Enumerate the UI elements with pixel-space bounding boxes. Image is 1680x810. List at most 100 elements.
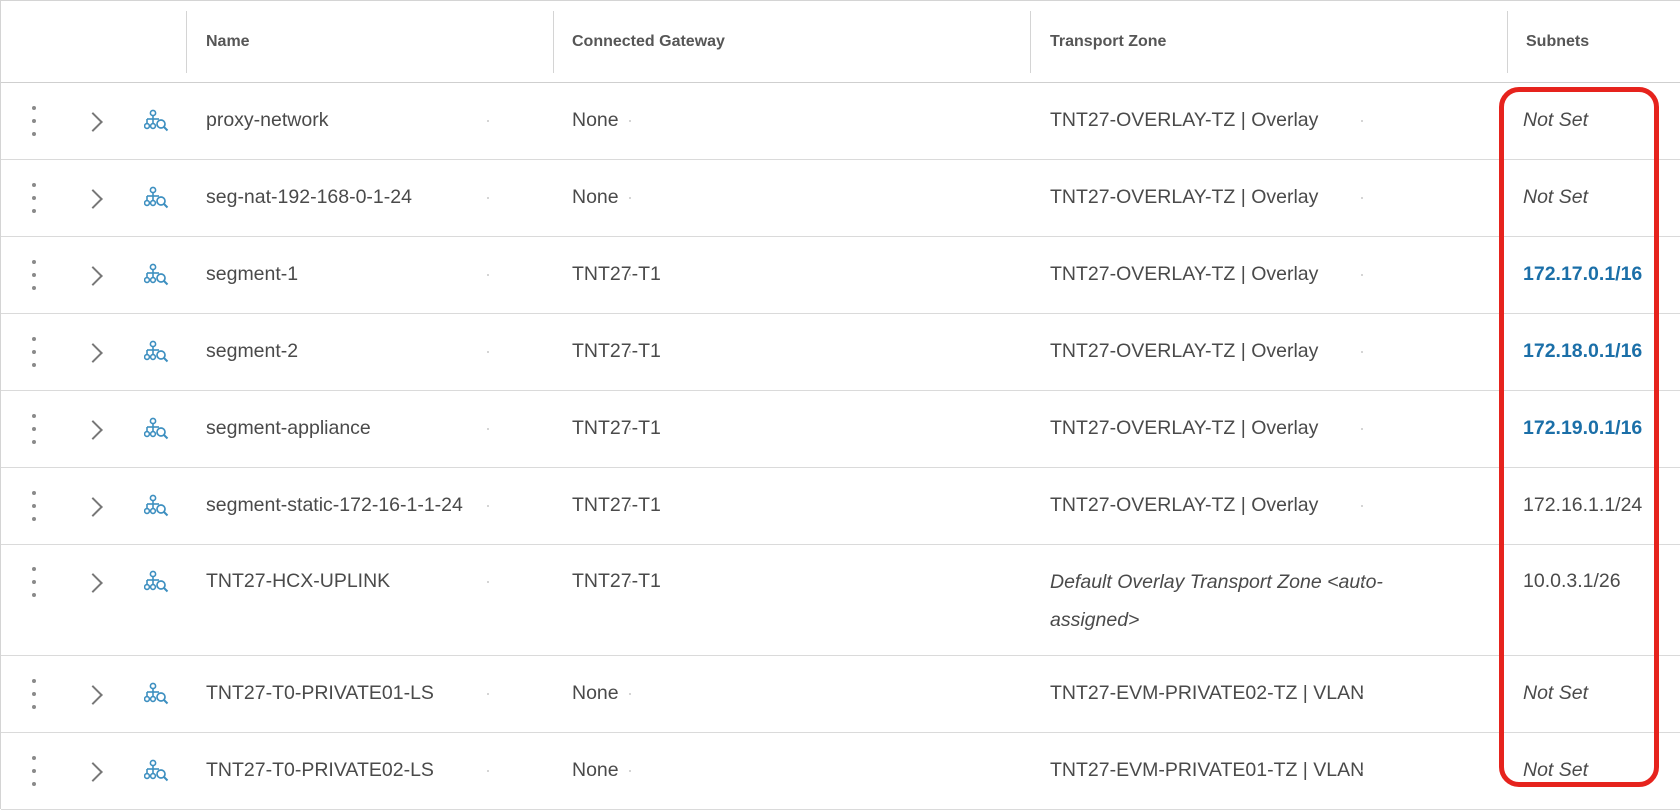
- cell-dot: [1361, 504, 1363, 507]
- subnets[interactable]: 172.17.0.1/16: [1523, 263, 1642, 286]
- connected-gateway: TNT27-T1: [572, 339, 661, 362]
- cell-dot: [629, 196, 631, 199]
- connected-gateway: TNT27-T1: [572, 493, 661, 516]
- cell-dot: [487, 769, 489, 772]
- table-row[interactable]: TNT27-T0-PRIVATE01-LS None TNT27-EVM-PRIVA…: [1, 655, 1680, 733]
- segment-name: TNT27-T0-PRIVATE02-LS: [206, 758, 434, 781]
- subnets: 10.0.3.1/26: [1523, 570, 1621, 592]
- kebab-icon[interactable]: [28, 336, 40, 367]
- segment-name: seg-nat-192-168-0-1-24: [206, 185, 412, 208]
- transport-zone: TNT27-EVM-PRIVATE01-TZ | VLAN: [1050, 758, 1365, 781]
- cell-dot: [1361, 769, 1363, 772]
- cell-dot: [487, 504, 489, 507]
- kebab-icon[interactable]: [28, 567, 40, 597]
- chevron-right-icon[interactable]: [83, 761, 103, 782]
- cell-dot: [487, 273, 489, 276]
- kebab-icon[interactable]: [28, 755, 40, 786]
- segment-network-icon: [143, 263, 170, 287]
- table-row[interactable]: segment-appliance TNT27-T1 TNT27-OVERLAY-T…: [1, 390, 1680, 468]
- cell-dot: [629, 273, 631, 276]
- segment-network-icon: [143, 682, 170, 706]
- chevron-right-icon[interactable]: [83, 111, 103, 132]
- chevron-right-icon[interactable]: [83, 573, 103, 593]
- connected-gateway: None: [572, 758, 619, 781]
- connected-gateway: TNT27-T1: [572, 262, 661, 285]
- chevron-right-icon[interactable]: [83, 496, 103, 517]
- connected-gateway: None: [572, 681, 619, 704]
- column-separator[interactable]: [1030, 11, 1031, 73]
- connected-gateway: None: [572, 185, 619, 208]
- table-row[interactable]: seg-nat-192-168-0-1-24 None TNT27-OVERLAY-…: [1, 159, 1680, 237]
- cell-dot: [1361, 273, 1363, 276]
- cell-dot: [487, 350, 489, 353]
- kebab-icon[interactable]: [28, 105, 40, 136]
- chevron-right-icon[interactable]: [83, 342, 103, 363]
- cell-dot: [1361, 196, 1363, 199]
- kebab-icon[interactable]: [28, 259, 40, 290]
- transport-zone: TNT27-OVERLAY-TZ | Overlay: [1050, 185, 1319, 208]
- connected-gateway: TNT27-T1: [572, 416, 661, 439]
- subnets: Not Set: [1523, 108, 1589, 131]
- cell-dot: [487, 196, 489, 199]
- transport-zone: TNT27-OVERLAY-TZ | Overlay: [1050, 339, 1319, 362]
- connected-gateway: TNT27-T1: [572, 570, 661, 592]
- table-row[interactable]: segment-1 TNT27-T1 TNT27-OVERLAY-TZ | Over…: [1, 236, 1680, 314]
- chevron-right-icon[interactable]: [83, 188, 103, 209]
- table-row[interactable]: TNT27-T0-PRIVATE02-LS None TNT27-EVM-PRIVA…: [1, 732, 1680, 810]
- cell-dot: [487, 692, 489, 695]
- column-separator[interactable]: [1507, 11, 1508, 73]
- subnets: Not Set: [1523, 185, 1589, 208]
- table-row[interactable]: segment-2 TNT27-T1 TNT27-OVERLAY-TZ | Over…: [1, 313, 1680, 391]
- chevron-right-icon[interactable]: [83, 265, 103, 286]
- column-header-subnets[interactable]: Subnets: [1526, 1, 1589, 82]
- segment-name: segment-2: [206, 339, 299, 362]
- cell-dot: [487, 119, 489, 122]
- subnets[interactable]: 172.18.0.1/16: [1523, 340, 1642, 363]
- segments-table: Name Connected Gateway Transport Zone Su…: [0, 0, 1680, 810]
- transport-zone: Default Overlay Transport Zone <auto-ass…: [1050, 571, 1383, 631]
- cell-dot: [1361, 581, 1363, 583]
- segment-network-icon: [143, 186, 170, 210]
- segment-name: segment-appliance: [206, 416, 371, 439]
- cell-dot: [1361, 692, 1363, 695]
- column-header-transport-zone[interactable]: Transport Zone: [1050, 1, 1166, 82]
- subnets: Not Set: [1523, 758, 1589, 781]
- column-header-name[interactable]: Name: [206, 1, 250, 82]
- segment-name: proxy-network: [206, 108, 329, 131]
- segment-name: segment-static-172-16-1-1-24: [206, 493, 463, 516]
- column-separator[interactable]: [186, 11, 187, 73]
- cell-dot: [1361, 119, 1363, 122]
- transport-zone: TNT27-OVERLAY-TZ | Overlay: [1050, 493, 1319, 516]
- segment-network-icon: [143, 109, 170, 133]
- cell-dot: [487, 581, 489, 583]
- segment-network-icon: [143, 570, 170, 594]
- kebab-icon[interactable]: [28, 413, 40, 444]
- kebab-icon[interactable]: [28, 678, 40, 709]
- cell-dot: [629, 427, 631, 430]
- kebab-icon[interactable]: [28, 490, 40, 521]
- cell-dot: [629, 769, 631, 772]
- subnets[interactable]: 172.19.0.1/16: [1523, 417, 1642, 440]
- kebab-icon[interactable]: [28, 182, 40, 213]
- cell-dot: [629, 119, 631, 122]
- segment-network-icon: [143, 759, 170, 783]
- subnets: Not Set: [1523, 681, 1589, 704]
- cell-dot: [1361, 427, 1363, 430]
- transport-zone: TNT27-OVERLAY-TZ | Overlay: [1050, 108, 1319, 131]
- transport-zone: TNT27-OVERLAY-TZ | Overlay: [1050, 416, 1319, 439]
- segment-name: TNT27-HCX-UPLINK: [206, 570, 391, 592]
- column-separator[interactable]: [553, 11, 554, 73]
- chevron-right-icon[interactable]: [83, 419, 103, 440]
- cell-dot: [1361, 350, 1363, 353]
- table-row[interactable]: proxy-network None TNT27-OVERLAY-TZ | Over…: [1, 82, 1680, 160]
- transport-zone: TNT27-OVERLAY-TZ | Overlay: [1050, 262, 1319, 285]
- table-row[interactable]: TNT27-HCX-UPLINK TNT27-T1 Default Overlay …: [1, 544, 1680, 656]
- chevron-right-icon[interactable]: [83, 684, 103, 705]
- cell-dot: [629, 504, 631, 507]
- transport-zone: TNT27-EVM-PRIVATE02-TZ | VLAN: [1050, 681, 1365, 704]
- subnets: 172.16.1.1/24: [1523, 493, 1643, 516]
- column-header-connected-gateway[interactable]: Connected Gateway: [572, 1, 725, 82]
- cell-dot: [629, 692, 631, 695]
- segment-network-icon: [143, 340, 170, 364]
- table-row[interactable]: segment-static-172-16-1-1-24 TNT27-T1 TNT2…: [1, 467, 1680, 545]
